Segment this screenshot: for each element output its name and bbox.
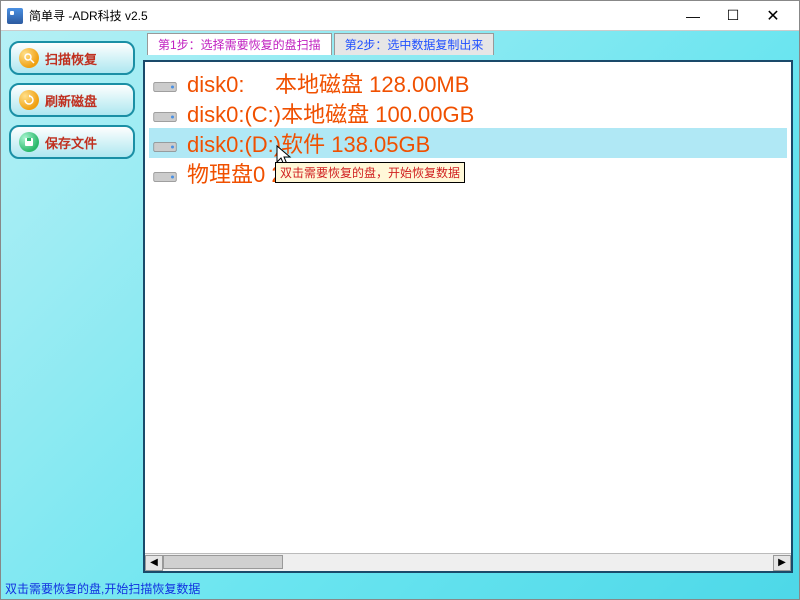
refresh-disk-button[interactable]: 刷新磁盘 <box>9 83 135 117</box>
app-body: 扫描恢复 刷新磁盘 保存文件 第1步：选择需要恢复的盘扫描 第2步：选中数据复制… <box>1 31 799 579</box>
disk-text: disk0:(D:)软件 138.05GB <box>187 127 430 159</box>
status-bar: 双击需要恢复的盘,开始扫描恢复数据 <box>1 579 799 599</box>
disk-icon <box>153 165 177 181</box>
minimize-button[interactable]: — <box>673 2 713 30</box>
disk-row[interactable]: disk0: 本地磁盘 128.00MB <box>149 68 787 98</box>
tab-step2[interactable]: 第2步：选中数据复制出来 <box>334 33 495 55</box>
disk-row[interactable]: disk0:(C:)本地磁盘 100.00GB <box>149 98 787 128</box>
save-icon <box>19 132 39 152</box>
disk-row[interactable]: disk0:(D:)软件 138.05GB <box>149 128 787 158</box>
scroll-left-arrow[interactable]: ◀ <box>145 555 163 571</box>
horizontal-scrollbar[interactable]: ◀ ▶ <box>145 553 791 571</box>
titlebar[interactable]: 简单寻 -ADR科技 v2.5 — ☐ ✕ <box>1 1 799 31</box>
maximize-button[interactable]: ☐ <box>713 2 753 30</box>
main-panel: disk0: 本地磁盘 128.00MB disk0:(C:)本地磁盘 100.… <box>143 60 793 573</box>
disk-icon <box>153 105 177 121</box>
window-title: 简单寻 -ADR科技 v2.5 <box>29 7 148 24</box>
disk-text: disk0: 本地磁盘 128.00MB <box>187 67 469 99</box>
scan-recover-label: 扫描恢复 <box>45 49 97 68</box>
disk-text: disk0:(C:)本地磁盘 100.00GB <box>187 97 474 129</box>
refresh-icon <box>19 90 39 110</box>
scroll-track[interactable] <box>163 555 773 571</box>
close-button[interactable]: ✕ <box>753 2 793 30</box>
disk-icon <box>153 75 177 91</box>
scroll-thumb[interactable] <box>163 555 283 569</box>
disk-icon <box>153 135 177 151</box>
scan-icon <box>19 48 39 68</box>
disk-row[interactable]: 物理盘0 238.47GB <box>149 158 787 188</box>
disk-list[interactable]: disk0: 本地磁盘 128.00MB disk0:(C:)本地磁盘 100.… <box>145 62 791 553</box>
sidebar: 扫描恢复 刷新磁盘 保存文件 <box>7 37 137 573</box>
scan-recover-button[interactable]: 扫描恢复 <box>9 41 135 75</box>
save-file-button[interactable]: 保存文件 <box>9 125 135 159</box>
scroll-right-arrow[interactable]: ▶ <box>773 555 791 571</box>
app-icon <box>7 8 23 24</box>
app-window: 简单寻 -ADR科技 v2.5 — ☐ ✕ 扫描恢复 刷新磁盘 <box>0 0 800 600</box>
refresh-disk-label: 刷新磁盘 <box>45 91 97 110</box>
step-tabs: 第1步：选择需要恢复的盘扫描 第2步：选中数据复制出来 <box>147 33 494 55</box>
tooltip: 双击需要恢复的盘，开始恢复数据 <box>275 162 465 183</box>
save-file-label: 保存文件 <box>45 133 97 152</box>
tab-step1[interactable]: 第1步：选择需要恢复的盘扫描 <box>147 33 332 55</box>
